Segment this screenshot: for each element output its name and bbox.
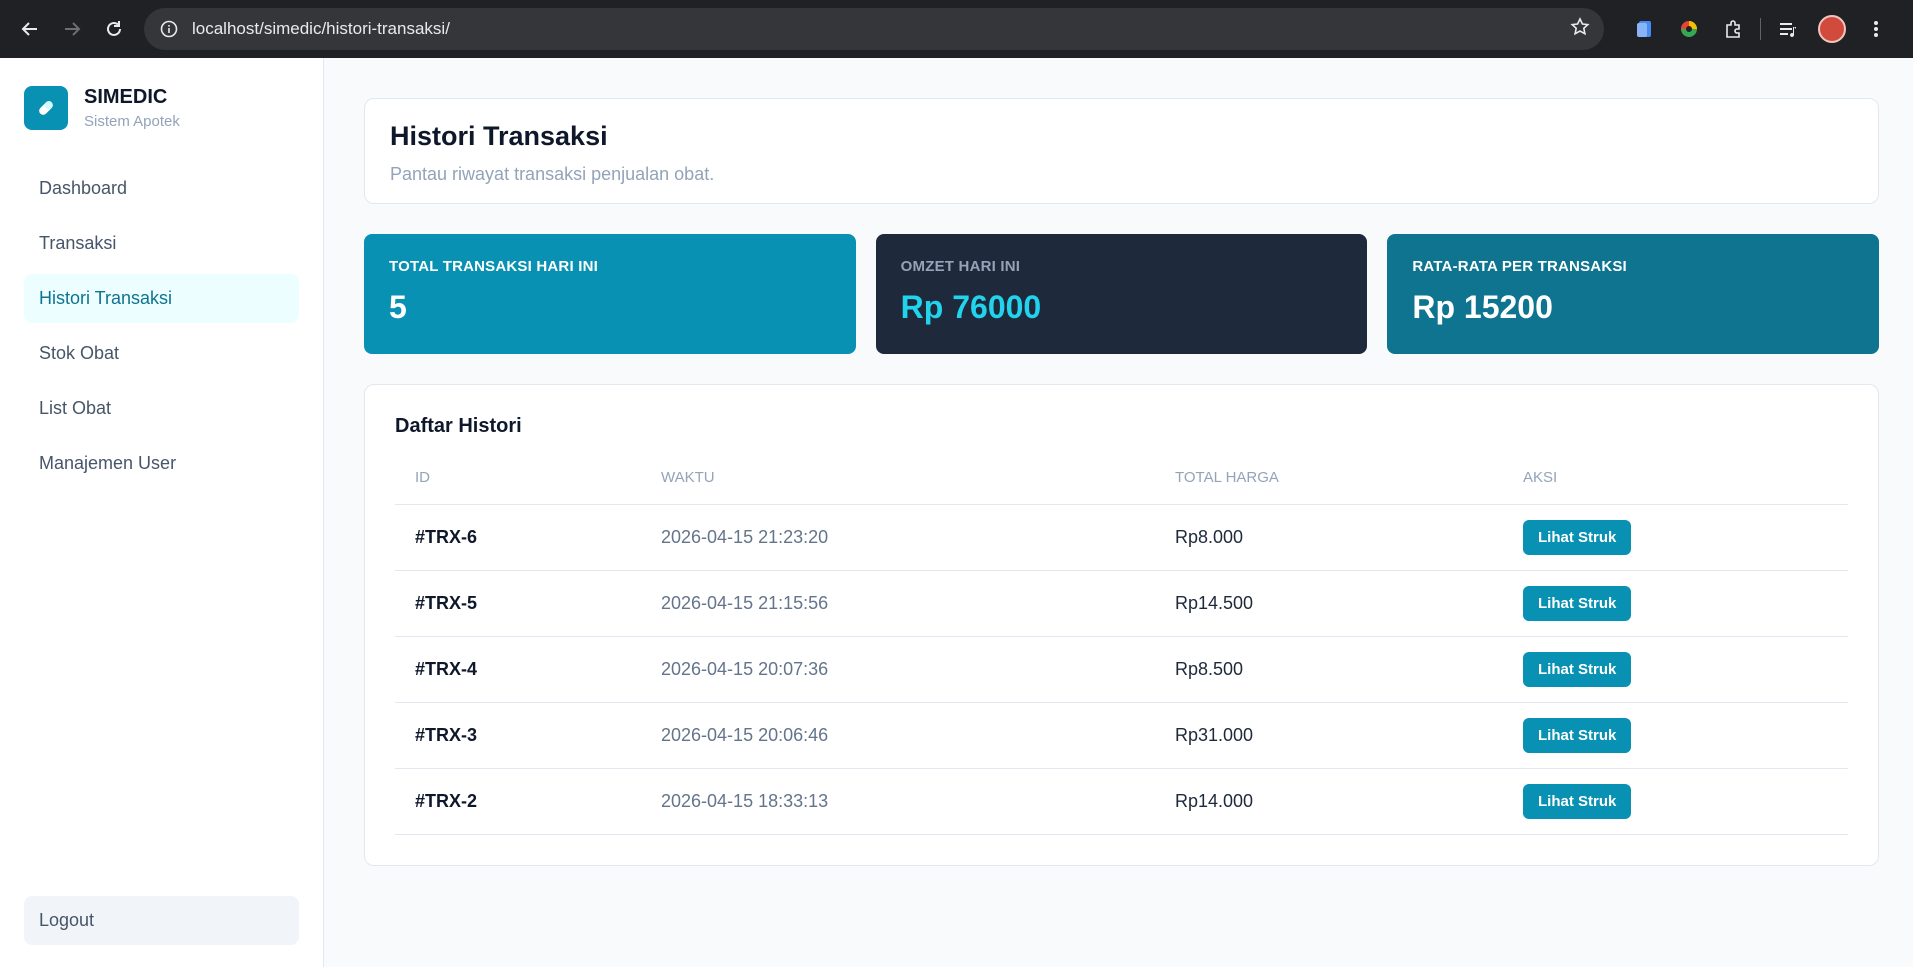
table-header-row: ID WAKTU TOTAL HARGA AKSI [395,466,1848,505]
color-extension-icon[interactable] [1672,12,1706,46]
menu-kebab-icon[interactable] [1859,12,1893,46]
logout-button[interactable]: Logout [24,896,299,945]
sidebar-item-stok-obat[interactable]: Stok Obat [24,329,299,378]
stat-card-omzet: OMZET HARI INI Rp 76000 [875,234,1368,354]
docs-extension-icon[interactable] [1628,12,1662,46]
stat-label: TOTAL TRANSAKSI HARI INI [389,258,598,275]
stat-card-rata-rata: RATA-RATA PER TRANSAKSI Rp 15200 [1387,234,1880,354]
transaction-time: 2026-04-15 18:33:13 [641,768,1155,835]
transaction-total: Rp14.500 [1155,570,1503,637]
browser-toolbar: localhost/simedic/histori-transaksi/ [0,0,1913,58]
stat-value: Rp 15200 [1412,289,1553,325]
table-row: #TRX-3 2026-04-15 20:06:46 Rp31.000 Liha… [395,702,1848,769]
stat-card-total-transaksi: TOTAL TRANSAKSI HARI INI 5 [364,234,856,354]
sidebar: SIMEDIC Sistem Apotek Dashboard Transaks… [0,58,324,967]
sidebar-item-histori-transaksi[interactable]: Histori Transaksi [24,274,299,323]
transaction-total: Rp31.000 [1155,702,1503,769]
brand-name: SIMEDIC [84,86,168,108]
profile-avatar[interactable] [1815,12,1849,46]
forward-icon[interactable] [54,11,90,47]
transaction-id: #TRX-3 [395,702,641,769]
column-header-id: ID [395,466,641,505]
stat-label: RATA-RATA PER TRANSAKSI [1412,258,1627,275]
pill-logo-icon [24,86,68,130]
stat-value: Rp 76000 [900,289,1042,325]
sidebar-menu: Dashboard Transaksi Histori Transaksi St… [24,164,299,488]
transaction-total: Rp8.000 [1155,504,1503,571]
transaction-action-cell: Lihat Struk [1503,504,1848,571]
column-header-aksi: AKSI [1503,466,1848,505]
history-title: Daftar Histori [395,415,522,437]
lihat-struk-button[interactable]: Lihat Struk [1523,519,1632,555]
page-title: Histori Transaksi [390,121,608,151]
transaction-id: #TRX-2 [395,768,641,835]
table-row: #TRX-4 2026-04-15 20:07:36 Rp8.500 Lihat… [395,636,1848,703]
reload-icon[interactable] [96,11,132,47]
bookmark-star-icon[interactable] [1570,16,1590,42]
brand: SIMEDIC Sistem Apotek [24,86,299,130]
lihat-struk-button[interactable]: Lihat Struk [1523,717,1632,753]
lihat-struk-button[interactable]: Lihat Struk [1523,585,1632,621]
sidebar-item-transaksi[interactable]: Transaksi [24,219,299,268]
stat-label: OMZET HARI INI [900,258,1021,275]
transaction-action-cell: Lihat Struk [1503,768,1848,835]
extensions-area [1628,12,1893,46]
transaction-time: 2026-04-15 21:15:56 [641,570,1155,637]
history-table: ID WAKTU TOTAL HARGA AKSI #TRX-6 2026-04… [395,466,1848,835]
sidebar-item-dashboard[interactable]: Dashboard [24,164,299,213]
reading-list-icon[interactable] [1771,12,1805,46]
transaction-id: #TRX-6 [395,504,641,571]
transaction-total: Rp14.000 [1155,768,1503,835]
main-content: Histori Transaksi Pantau riwayat transak… [324,58,1913,967]
column-header-total-harga: TOTAL HARGA [1155,466,1503,505]
table-row: #TRX-2 2026-04-15 18:33:13 Rp14.000 Liha… [395,768,1848,835]
back-icon[interactable] [12,11,48,47]
page-subtitle: Pantau riwayat transaksi penjualan obat. [390,164,715,184]
transaction-time: 2026-04-15 20:06:46 [641,702,1155,769]
transaction-id: #TRX-4 [395,636,641,703]
brand-subtitle: Sistem Apotek [84,113,180,130]
transaction-id: #TRX-5 [395,570,641,637]
lihat-struk-button[interactable]: Lihat Struk [1523,651,1632,687]
page-header: Histori Transaksi Pantau riwayat transak… [364,98,1879,204]
transaction-action-cell: Lihat Struk [1503,570,1848,637]
history-card: Daftar Histori ID WAKTU TOTAL HARGA AKSI… [364,384,1879,866]
lihat-struk-button[interactable]: Lihat Struk [1523,783,1632,819]
transaction-time: 2026-04-15 21:23:20 [641,504,1155,571]
app-layout: SIMEDIC Sistem Apotek Dashboard Transaks… [0,58,1913,967]
transaction-action-cell: Lihat Struk [1503,636,1848,703]
transaction-time: 2026-04-15 20:07:36 [641,636,1155,703]
table-row: #TRX-6 2026-04-15 21:23:20 Rp8.000 Lihat… [395,504,1848,571]
stats-row: TOTAL TRANSAKSI HARI INI 5 OMZET HARI IN… [364,234,1880,354]
stat-value: 5 [389,289,407,325]
transaction-action-cell: Lihat Struk [1503,702,1848,769]
sidebar-item-list-obat[interactable]: List Obat [24,384,299,433]
table-row: #TRX-5 2026-04-15 21:15:56 Rp14.500 Liha… [395,570,1848,637]
url-text[interactable]: localhost/simedic/histori-transaksi/ [192,19,1570,39]
puzzle-extensions-icon[interactable] [1716,12,1750,46]
transaction-total: Rp8.500 [1155,636,1503,703]
address-bar[interactable]: localhost/simedic/histori-transaksi/ [144,8,1604,50]
site-info-icon[interactable] [158,18,180,40]
sidebar-item-manajemen-user[interactable]: Manajemen User [24,439,299,488]
column-header-waktu: WAKTU [641,466,1155,505]
toolbar-divider [1760,18,1761,40]
